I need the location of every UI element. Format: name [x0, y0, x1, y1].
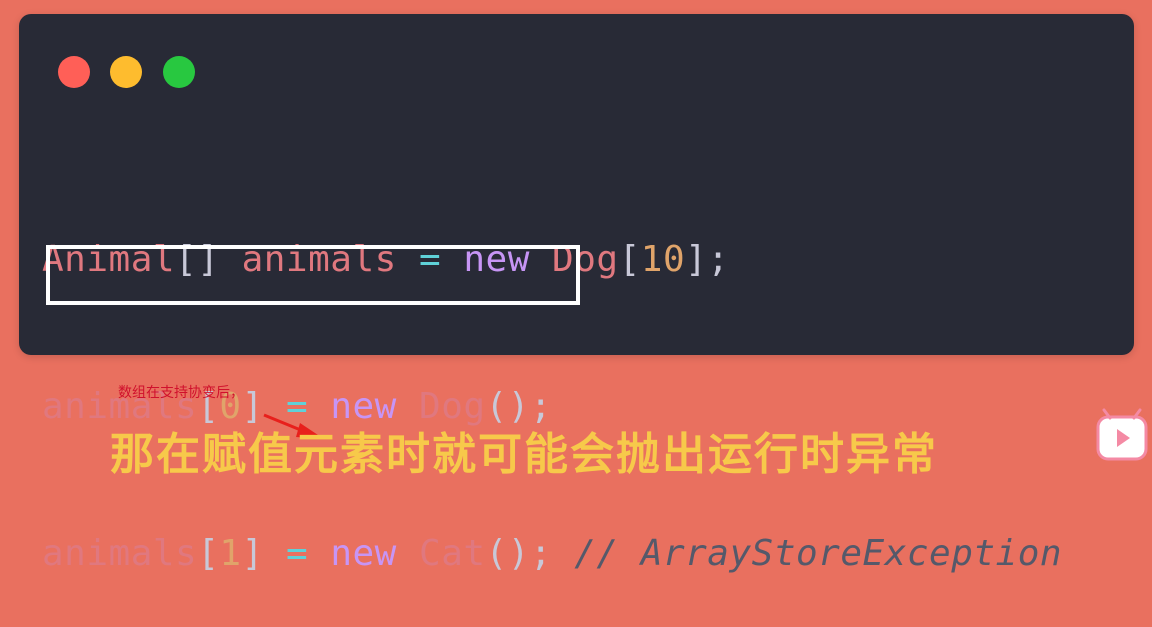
maximize-dot-icon[interactable] — [163, 56, 195, 88]
code-token: new — [308, 533, 420, 574]
highlight-box — [46, 245, 580, 305]
subtitle: 那在赋值元素时就可能会抛出运行时异常 — [110, 429, 938, 480]
code-token: (); — [485, 533, 553, 574]
code-token: [ — [197, 533, 220, 574]
minimize-dot-icon[interactable] — [110, 56, 142, 88]
code-token: [ — [618, 239, 641, 280]
close-dot-icon[interactable] — [58, 56, 90, 88]
code-line-3: animals[1] = new Cat(); // ArrayStoreExc… — [42, 529, 1062, 578]
play-video-icon[interactable] — [1094, 407, 1150, 463]
code-token: = — [285, 533, 309, 574]
annotation-note: 数组在支持协变后， — [118, 385, 244, 401]
code-token: // ArrayStoreException — [552, 533, 1063, 574]
code-token: 10 — [640, 239, 686, 280]
code-token: ]; — [685, 239, 730, 280]
code-token: 1 — [219, 533, 242, 574]
code-token: animals — [42, 533, 198, 574]
code-token: Cat — [419, 533, 486, 574]
code-token: ] — [241, 533, 286, 574]
